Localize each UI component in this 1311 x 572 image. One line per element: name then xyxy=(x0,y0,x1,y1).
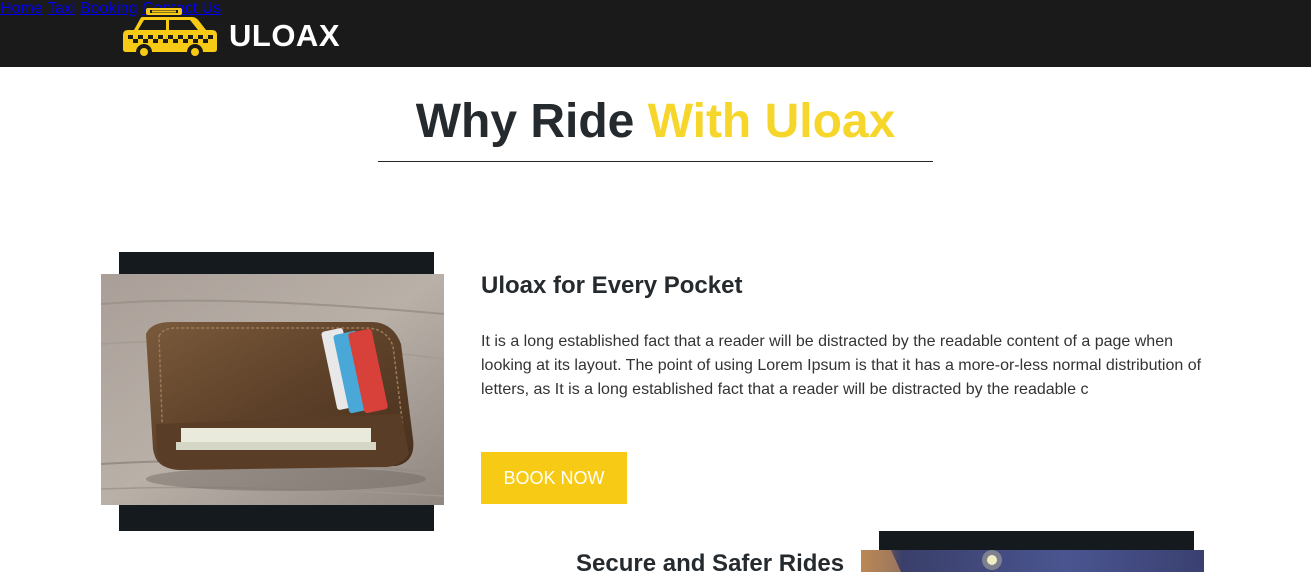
night-street-image xyxy=(861,550,1204,572)
brand-name: ULOAX xyxy=(229,18,340,53)
feature-heading: Uloax for Every Pocket xyxy=(481,272,743,299)
nav-link-home[interactable]: Home xyxy=(0,0,43,17)
title-underline xyxy=(378,161,933,162)
nav-link-taxi[interactable]: Taxi xyxy=(47,0,75,17)
section-title: Why Ride With Uloax xyxy=(0,94,1311,149)
section-title-main: Why Ride xyxy=(415,95,635,148)
wallet-image xyxy=(101,274,444,505)
brand-logo[interactable]: ULOAX xyxy=(122,8,340,60)
book-now-button[interactable]: BOOK NOW xyxy=(481,452,627,504)
navbar: ULOAX Home Taxi Booking Contact Us xyxy=(0,0,1311,67)
section-title-accent: With Uloax xyxy=(647,95,896,148)
taxi-icon xyxy=(123,8,217,60)
feature-heading-secure: Secure and Safer Rides xyxy=(576,550,845,572)
feature-description: It is a long established fact that a rea… xyxy=(481,333,1202,398)
